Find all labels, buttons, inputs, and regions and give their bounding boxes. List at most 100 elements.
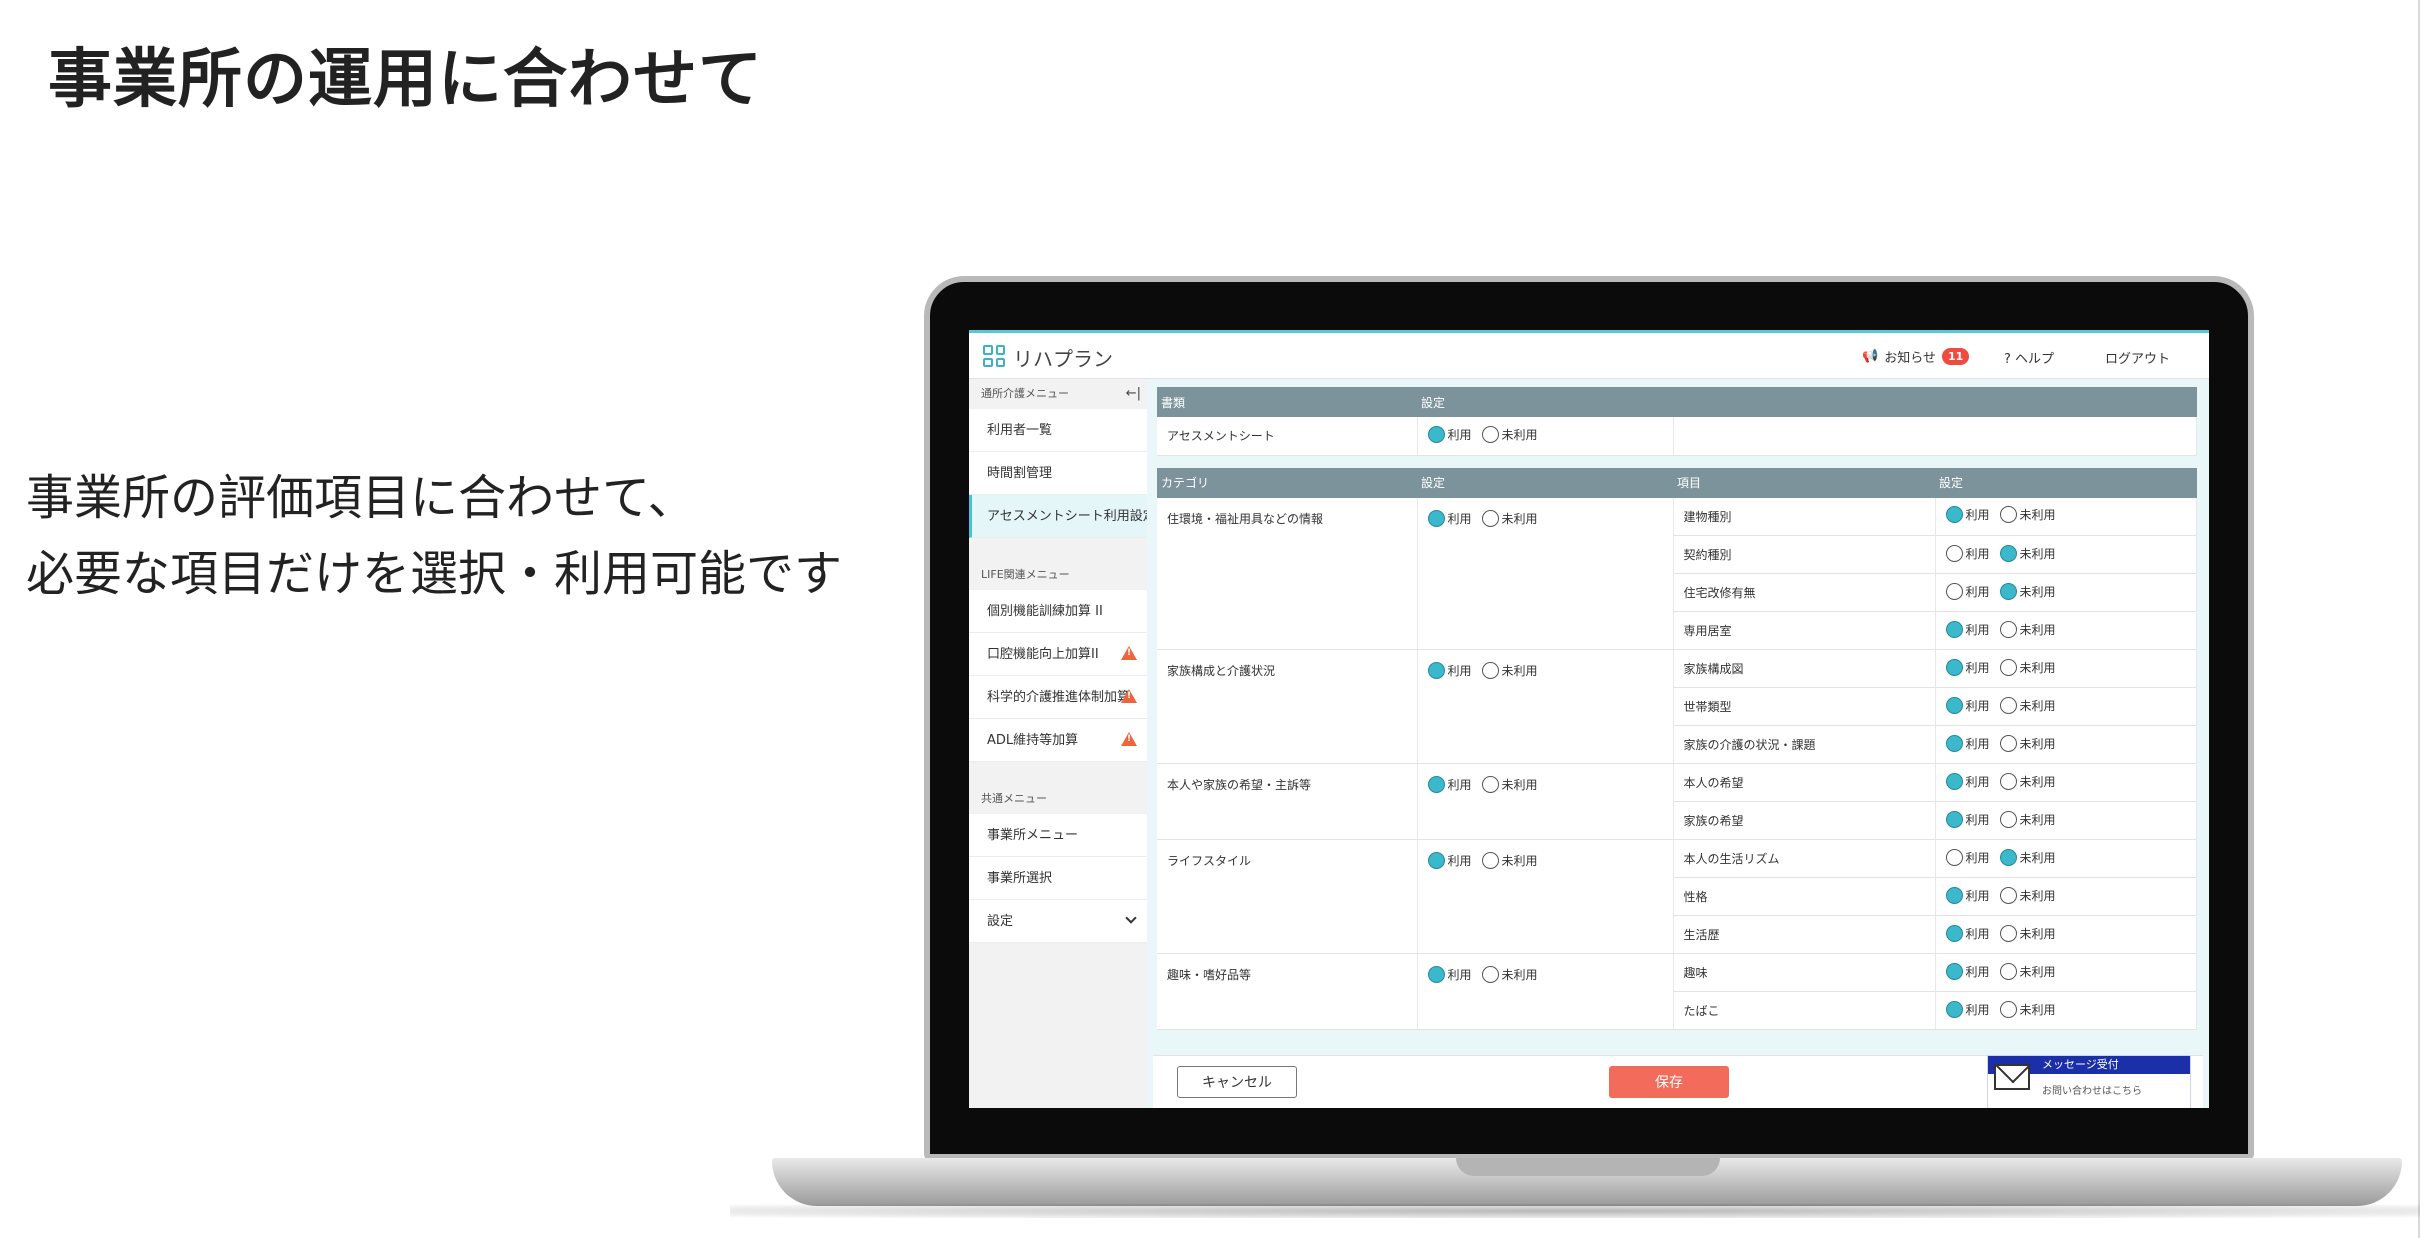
radio-selected-icon[interactable] xyxy=(1945,772,1963,790)
radio-selected-icon[interactable] xyxy=(1999,582,2017,600)
item-use-radio[interactable]: 利用 xyxy=(1945,772,1990,790)
radio-selected-icon[interactable] xyxy=(1427,852,1445,869)
category-not-use-radio[interactable]: 未利用 xyxy=(1481,966,1538,983)
column-header-document: 書類 xyxy=(1157,387,1417,417)
item-not-use-radio[interactable]: 未利用 xyxy=(1999,772,2056,790)
collapse-sidebar-icon[interactable]: ←| xyxy=(1126,379,1141,409)
radio-unselected-icon[interactable] xyxy=(1481,852,1499,869)
item-use-radio[interactable]: 利用 xyxy=(1945,848,1990,866)
radio-selected-icon[interactable] xyxy=(1945,924,1963,942)
radio-unselected-icon[interactable] xyxy=(1999,772,2017,790)
radio-unselected-icon[interactable] xyxy=(1999,696,2017,714)
item-use-radio[interactable]: 利用 xyxy=(1945,924,1990,942)
category-use-radio[interactable]: 利用 xyxy=(1427,509,1472,527)
sidebar-item-oral-function[interactable]: 口腔機能向上加算II xyxy=(969,633,1147,676)
radio-unselected-icon[interactable] xyxy=(1481,662,1499,679)
category-not-use-radio[interactable]: 未利用 xyxy=(1481,852,1538,869)
radio-unselected-icon[interactable] xyxy=(1999,886,2017,904)
category-use-radio[interactable]: 利用 xyxy=(1427,662,1472,679)
radio-unselected-icon[interactable] xyxy=(1945,582,1963,600)
category-not-use-radio[interactable]: 未利用 xyxy=(1481,776,1538,793)
notice-button[interactable]: 📢 お知らせ 11 xyxy=(1862,347,1970,366)
sidebar-item-scientific-care[interactable]: 科学的介護推進体制加算 xyxy=(969,676,1147,719)
document-use-radio[interactable]: 利用 xyxy=(1427,425,1472,443)
radio-selected-icon[interactable] xyxy=(1945,620,1963,638)
logout-button[interactable]: ログアウト xyxy=(2105,348,2170,367)
item-use-radio[interactable]: 利用 xyxy=(1945,506,1990,524)
item-use-radio[interactable]: 利用 xyxy=(1945,620,1990,638)
document-not-use-radio[interactable]: 未利用 xyxy=(1481,425,1538,443)
item-name: たばこ xyxy=(1673,991,1936,1030)
radio-selected-icon[interactable] xyxy=(1945,696,1963,714)
item-not-use-radio[interactable]: 未利用 xyxy=(1999,810,2056,828)
category-use-radio[interactable]: 利用 xyxy=(1427,776,1472,793)
item-not-use-radio[interactable]: 未利用 xyxy=(1999,544,2056,562)
radio-label: 利用 xyxy=(1447,968,1472,982)
item-not-use-radio[interactable]: 未利用 xyxy=(1999,620,2056,638)
radio-unselected-icon[interactable] xyxy=(1481,425,1499,443)
sidebar-item-settings[interactable]: 設定 xyxy=(969,900,1147,943)
radio-unselected-icon[interactable] xyxy=(1999,734,2017,752)
item-use-radio[interactable]: 利用 xyxy=(1945,734,1990,752)
sidebar-item-timetable[interactable]: 時間割管理 xyxy=(969,452,1147,495)
item-use-radio[interactable]: 利用 xyxy=(1945,658,1990,676)
item-not-use-radio[interactable]: 未利用 xyxy=(1999,848,2056,866)
item-use-radio[interactable]: 利用 xyxy=(1945,582,1990,600)
radio-unselected-icon[interactable] xyxy=(1999,506,2017,524)
radio-selected-icon[interactable] xyxy=(1945,810,1963,828)
radio-selected-icon[interactable] xyxy=(1427,776,1445,793)
sidebar-item-office-select[interactable]: 事業所選択 xyxy=(969,857,1147,900)
radio-unselected-icon[interactable] xyxy=(1945,848,1963,866)
item-not-use-radio[interactable]: 未利用 xyxy=(1999,886,2056,904)
message-widget[interactable]: メッセージ受付 お問い合わせはこちら xyxy=(1987,1055,2191,1108)
item-not-use-radio[interactable]: 未利用 xyxy=(1999,658,2056,676)
sidebar-item-assessment-settings[interactable]: アセスメントシート利用設定 xyxy=(969,495,1147,538)
item-not-use-radio[interactable]: 未利用 xyxy=(1999,924,2056,942)
save-button[interactable]: 保存 xyxy=(1609,1066,1729,1098)
radio-unselected-icon[interactable] xyxy=(1999,962,2017,980)
help-button[interactable]: ? ヘルプ xyxy=(2004,348,2054,367)
radio-selected-icon[interactable] xyxy=(1945,734,1963,752)
sidebar-item-office-menu[interactable]: 事業所メニュー xyxy=(969,814,1147,857)
radio-selected-icon[interactable] xyxy=(1945,962,1963,980)
radio-selected-icon[interactable] xyxy=(1427,425,1445,443)
radio-unselected-icon[interactable] xyxy=(1481,966,1499,983)
radio-unselected-icon[interactable] xyxy=(1999,1000,2017,1018)
category-not-use-radio[interactable]: 未利用 xyxy=(1481,509,1538,527)
radio-selected-icon[interactable] xyxy=(1427,966,1445,983)
item-not-use-radio[interactable]: 未利用 xyxy=(1999,1000,2056,1018)
radio-unselected-icon[interactable] xyxy=(1481,509,1499,527)
item-not-use-radio[interactable]: 未利用 xyxy=(1999,582,2056,600)
radio-selected-icon[interactable] xyxy=(1999,544,2017,562)
sidebar-item-user-list[interactable]: 利用者一覧 xyxy=(969,409,1147,452)
item-not-use-radio[interactable]: 未利用 xyxy=(1999,696,2056,714)
category-use-radio[interactable]: 利用 xyxy=(1427,852,1472,869)
radio-unselected-icon[interactable] xyxy=(1999,924,2017,942)
radio-selected-icon[interactable] xyxy=(1999,848,2017,866)
item-not-use-radio[interactable]: 未利用 xyxy=(1999,734,2056,752)
radio-unselected-icon[interactable] xyxy=(1945,544,1963,562)
radio-unselected-icon[interactable] xyxy=(1999,810,2017,828)
item-use-radio[interactable]: 利用 xyxy=(1945,962,1990,980)
radio-unselected-icon[interactable] xyxy=(1999,620,2017,638)
radio-unselected-icon[interactable] xyxy=(1999,658,2017,676)
item-not-use-radio[interactable]: 未利用 xyxy=(1999,506,2056,524)
radio-selected-icon[interactable] xyxy=(1945,1000,1963,1018)
item-use-radio[interactable]: 利用 xyxy=(1945,544,1990,562)
sidebar-item-adl[interactable]: ADL維持等加算 xyxy=(969,719,1147,762)
item-use-radio[interactable]: 利用 xyxy=(1945,886,1990,904)
category-not-use-radio[interactable]: 未利用 xyxy=(1481,662,1538,679)
radio-selected-icon[interactable] xyxy=(1945,506,1963,524)
item-use-radio[interactable]: 利用 xyxy=(1945,810,1990,828)
cancel-button[interactable]: キャンセル xyxy=(1177,1066,1297,1098)
radio-selected-icon[interactable] xyxy=(1427,662,1445,679)
radio-selected-icon[interactable] xyxy=(1427,509,1445,527)
item-not-use-radio[interactable]: 未利用 xyxy=(1999,962,2056,980)
item-use-radio[interactable]: 利用 xyxy=(1945,1000,1990,1018)
sidebar-item-functional-training[interactable]: 個別機能訓練加算 II xyxy=(969,590,1147,633)
radio-selected-icon[interactable] xyxy=(1945,658,1963,676)
category-use-radio[interactable]: 利用 xyxy=(1427,966,1472,983)
item-use-radio[interactable]: 利用 xyxy=(1945,696,1990,714)
radio-unselected-icon[interactable] xyxy=(1481,776,1499,793)
radio-selected-icon[interactable] xyxy=(1945,886,1963,904)
